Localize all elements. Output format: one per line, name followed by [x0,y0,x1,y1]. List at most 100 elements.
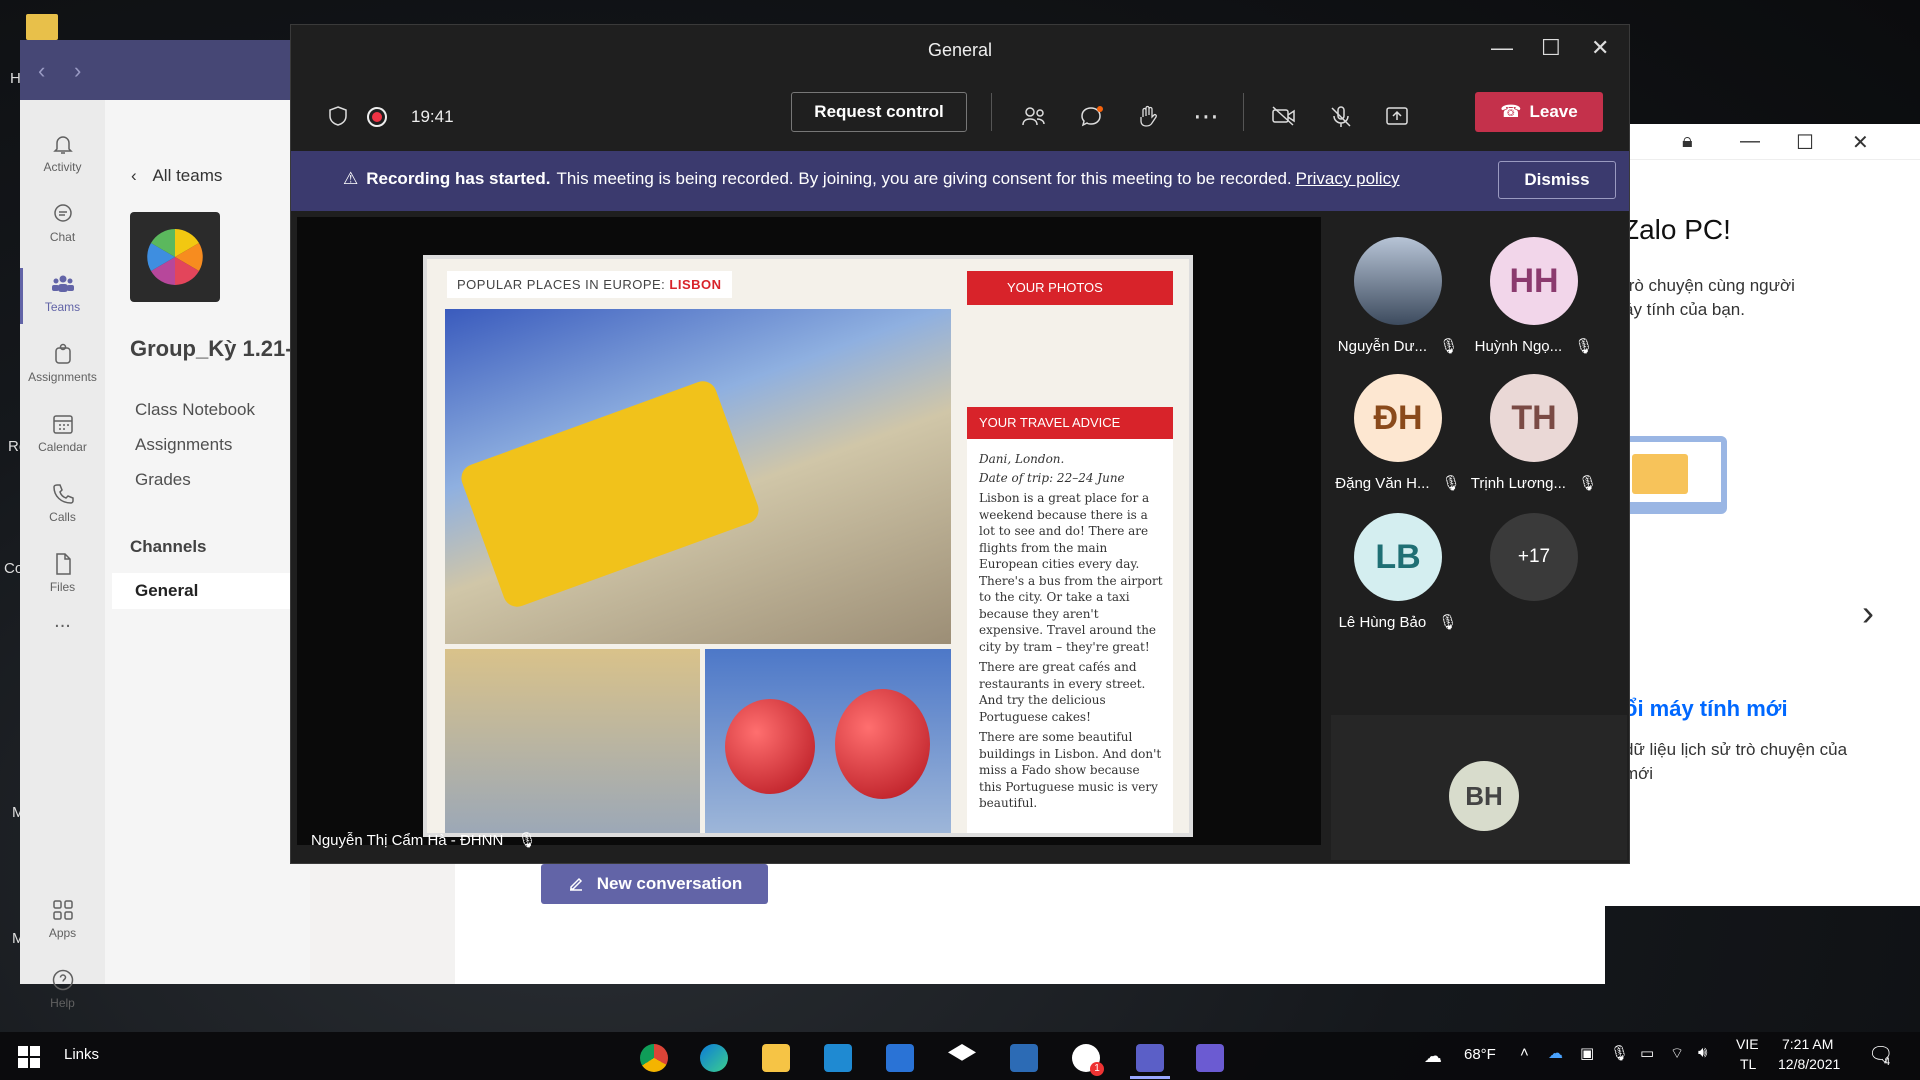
rail-chat[interactable]: Chat [20,202,105,244]
rail-label: Chat [49,230,76,244]
zalo-feature-description: dữ liệu lịch sử trò chuyện của mới [1624,740,1848,783]
app-rail: Activity Chat Teams Assignments Calendar… [20,100,105,1010]
language-top[interactable]: VIE [1736,1036,1759,1052]
microphone-icon[interactable]: 🎙︎ [1610,1044,1629,1062]
more-options-icon[interactable]: ⋯ [1193,101,1219,132]
rail-label: Activity [43,160,82,174]
notification-badge: 1 [1090,1062,1104,1076]
windows-start-icon[interactable] [18,1046,40,1068]
rail-teams[interactable]: Teams [20,268,105,324]
rail-activity[interactable]: Activity [20,132,105,174]
assignments-link[interactable]: Assignments [135,435,232,455]
active-app-indicator [1130,1076,1170,1079]
device-icon[interactable]: ▣ [1580,1044,1594,1062]
rail-more[interactable]: ... [20,610,105,633]
participant-tile[interactable]: LB Lê Hùng Bảo 🎙︎ [1333,513,1463,631]
minimize-icon[interactable]: — [1740,130,1760,153]
advice-paragraph: There are some beautiful buildings in Li… [979,730,1162,810]
lock-icon[interactable]: 🔒︎ [1682,130,1693,153]
volume-icon[interactable]: 🔊︎ [1698,1044,1707,1061]
rail-calls[interactable]: Calls [20,482,105,524]
apps-icon [52,900,73,920]
forward-arrow-icon[interactable]: › [74,58,81,84]
maximize-icon[interactable]: ☐ [1541,35,1561,61]
rail-calendar[interactable]: Calendar [20,412,105,454]
warning-icon: ⚠ [343,169,359,188]
reactions-icon[interactable] [1137,105,1163,129]
new-conversation-label: New conversation [596,874,743,893]
hang-up-icon: ☎︎ [1500,102,1522,121]
leave-button[interactable]: ☎︎ Leave [1475,92,1603,132]
language-bottom[interactable]: TL [1740,1056,1756,1072]
chat-icon[interactable] [1079,105,1105,129]
back-arrow-icon[interactable]: ‹ [38,58,45,84]
next-arrow-icon[interactable]: › [1862,592,1874,634]
mic-off-icon: 🎙︎ [517,832,537,849]
team-logo [130,212,220,302]
file-explorer-icon[interactable] [762,1044,790,1072]
new-conversation-button[interactable]: New conversation [541,864,768,904]
mail-icon[interactable] [886,1044,914,1072]
wifi-icon[interactable]: ⌔ [1670,1044,1684,1063]
channel-general[interactable]: General [112,573,310,609]
avatar [1354,237,1442,325]
shared-screen-stage: POPULAR PLACES IN EUROPE: LISBON YOUR PH… [297,217,1321,849]
weather-temperature[interactable]: 68°F [1464,1046,1496,1063]
edge-icon[interactable] [700,1044,728,1072]
meeting-window: General — ☐ ✕ 19:41 Request control ⋯ ☎︎… [290,24,1630,864]
participant-tile[interactable]: Nguyễn Dư... 🎙︎ [1333,237,1463,355]
teams-icon[interactable] [1136,1044,1164,1072]
mic-off-icon[interactable] [1329,105,1353,129]
all-teams-link[interactable]: ‹ All teams [131,166,222,186]
devexpress-icon[interactable] [1196,1044,1224,1072]
dismiss-button[interactable]: Dismiss [1498,161,1616,199]
chrome-icon[interactable] [640,1044,668,1072]
links-toolbar[interactable]: Links [64,1046,99,1063]
class-notebook-link[interactable]: Class Notebook [135,400,255,420]
slide-header-text: POPULAR PLACES IN EUROPE: [457,277,670,292]
mic-off-icon: 🎙︎ [1439,338,1459,355]
participant-name: Huỳnh Ngọ... 🎙︎ [1474,338,1594,355]
rail-help[interactable]: Help [20,968,105,1010]
camera-off-icon[interactable] [1271,105,1297,127]
request-control-button[interactable]: Request control [791,92,967,132]
chevron-up-icon[interactable]: ˄ [1520,1044,1529,1061]
close-icon[interactable]: ✕ [1591,35,1609,61]
participant-tile[interactable]: HH Huỳnh Ngọ... 🎙︎ [1469,237,1599,355]
share-screen-icon[interactable] [1385,105,1409,127]
onedrive-icon[interactable]: ☁ [1548,1044,1563,1062]
desktop-folder-icon[interactable] [26,14,58,40]
minimize-icon[interactable]: — [1491,35,1513,61]
dropbox-icon[interactable] [948,1044,976,1061]
zalo-welcome-title: Zalo PC! [1622,214,1731,245]
rail-apps[interactable]: Apps [20,898,105,940]
shield-icon[interactable] [327,105,349,127]
assignments-icon [54,343,71,364]
vscode-icon[interactable] [824,1044,852,1072]
notification-count: 4 [1884,1056,1891,1068]
help-icon [52,969,73,991]
participant-tile[interactable]: TH Trịnh Lương... 🎙︎ [1469,374,1599,492]
store-icon[interactable] [1010,1044,1038,1072]
clock-date[interactable]: 12/8/2021 [1778,1056,1840,1072]
maximize-icon[interactable]: ☐ [1796,130,1814,155]
cathedral-photo [445,309,951,644]
grades-link[interactable]: Grades [135,470,191,490]
more-participants-tile[interactable]: +17 [1469,513,1599,601]
weather-cloud-icon[interactable]: ☁ [1424,1046,1442,1067]
chevron-left-icon: ‹ [131,166,137,185]
compose-icon [569,877,582,891]
clock-time[interactable]: 7:21 AM [1782,1036,1833,1052]
sculpture-photo [705,649,951,833]
zalo-icon[interactable]: 1 [1072,1044,1104,1076]
rail-files[interactable]: Files [20,552,105,594]
participants-icon[interactable] [1021,105,1047,129]
close-icon[interactable]: ✕ [1852,130,1869,155]
calendar-icon [52,415,73,434]
rail-assignments[interactable]: Assignments [20,342,105,384]
participant-tile[interactable]: ĐH Đặng Văn H... 🎙︎ [1333,374,1463,492]
advice-date: Date of trip: 22–24 June [979,470,1125,485]
privacy-policy-link[interactable]: Privacy policy [1296,169,1400,188]
battery-icon[interactable]: ▭ [1640,1044,1654,1062]
zalo-description: trò chuyện cùng người áy tính của bạn. [1624,276,1795,319]
